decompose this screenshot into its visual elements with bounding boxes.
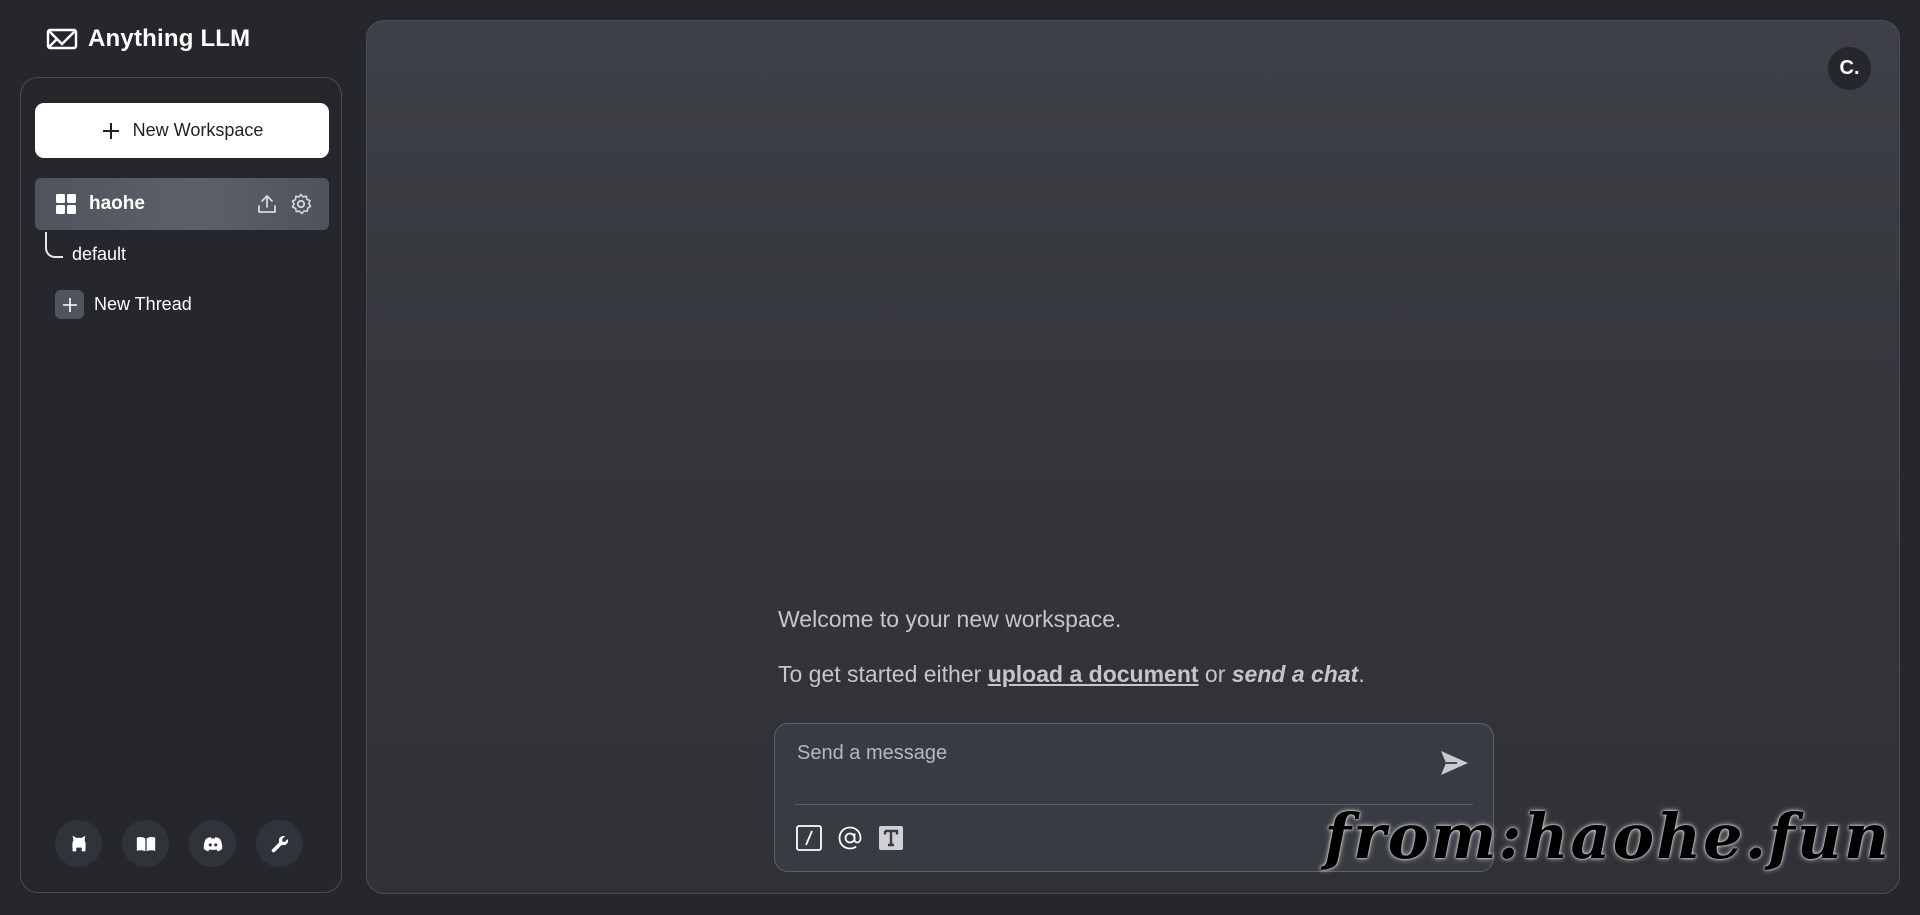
sidebar: New Workspace haohe default New Thread: [20, 77, 342, 893]
docs-button[interactable]: [122, 820, 169, 867]
message-input[interactable]: [795, 738, 1395, 768]
anything-llm-logo-icon: [46, 28, 78, 50]
welcome-message: Welcome to your new workspace.: [778, 606, 1122, 632]
workspace-grid-icon: [56, 194, 76, 214]
user-avatar[interactable]: C.: [1828, 47, 1871, 90]
wrench-icon: [271, 835, 288, 852]
plus-icon: [62, 297, 77, 312]
chat-panel: C. Welcome to your new workspace. To get…: [366, 20, 1900, 894]
get-started-middle: or: [1198, 661, 1232, 687]
new-workspace-label: New Workspace: [132, 120, 264, 140]
get-started-message: To get started either upload a document …: [778, 661, 1365, 688]
plus-icon: [102, 122, 119, 139]
app-title: Anything LLM: [88, 25, 251, 52]
new-workspace-button[interactable]: New Workspace: [35, 103, 329, 158]
github-button[interactable]: [55, 820, 102, 867]
upload-icon[interactable]: [255, 192, 279, 216]
at-mention-icon[interactable]: [836, 824, 864, 852]
thread-item-default[interactable]: default: [72, 244, 126, 265]
upload-document-link[interactable]: upload a document: [988, 661, 1199, 687]
workspace-actions: [255, 192, 313, 216]
settings-button[interactable]: [256, 820, 303, 867]
workspace-name: haohe: [89, 193, 145, 214]
sidebar-footer: [55, 820, 303, 867]
app-logo: Anything LLM: [46, 24, 250, 54]
get-started-prefix: To get started either: [778, 661, 988, 687]
watermark-text: from:haohe.fun: [1324, 800, 1891, 873]
send-icon[interactable]: [1437, 746, 1471, 780]
thread-connector: [45, 232, 63, 258]
get-started-suffix: .: [1358, 661, 1365, 687]
composer-toolbar: [795, 824, 905, 852]
text-size-icon[interactable]: [877, 824, 905, 852]
gear-icon[interactable]: [289, 192, 313, 216]
discord-icon: [203, 836, 222, 851]
new-thread-label: New Thread: [94, 294, 192, 314]
slash-command-icon[interactable]: [795, 824, 823, 852]
book-icon: [136, 836, 155, 851]
github-icon: [71, 835, 86, 851]
workspace-item-haohe[interactable]: haohe: [35, 178, 329, 230]
new-thread-button[interactable]: New Thread: [55, 290, 192, 319]
new-thread-icon-box: [55, 290, 84, 319]
send-chat-link[interactable]: send a chat: [1232, 661, 1359, 687]
discord-button[interactable]: [189, 820, 236, 867]
